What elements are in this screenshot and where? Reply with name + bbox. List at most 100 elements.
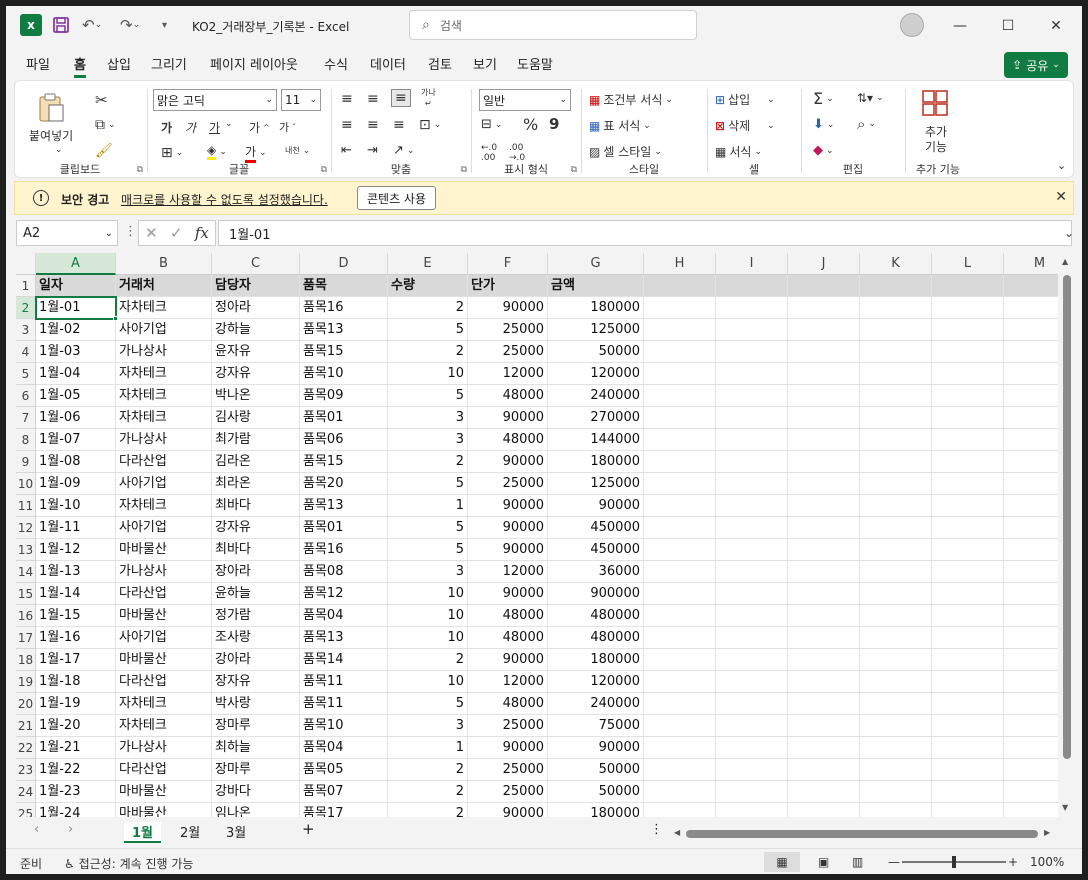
table-cell[interactable]: 1월-05 <box>36 385 116 407</box>
table-cell[interactable] <box>716 627 788 649</box>
table-cell[interactable]: 48000 <box>468 605 548 627</box>
table-cell[interactable] <box>860 803 932 817</box>
zoom-slider[interactable] <box>902 856 1006 868</box>
table-cell[interactable] <box>860 407 932 429</box>
row-header[interactable]: 3 <box>16 319 36 341</box>
table-cell[interactable]: 품목10 <box>300 363 388 385</box>
table-cell[interactable] <box>932 429 1004 451</box>
table-cell[interactable] <box>932 583 1004 605</box>
tab-view[interactable]: 보기 <box>473 54 497 73</box>
table-cell[interactable] <box>860 341 932 363</box>
header-cell[interactable] <box>1004 275 1058 297</box>
table-cell[interactable]: 2 <box>388 341 468 363</box>
table-cell[interactable] <box>932 715 1004 737</box>
table-cell[interactable] <box>1004 583 1058 605</box>
clear-icon[interactable]: ◆ ⌄ <box>813 143 834 158</box>
table-cell[interactable]: 1월-03 <box>36 341 116 363</box>
row-header[interactable]: 24 <box>16 781 36 803</box>
align-middle-icon[interactable]: ≡ <box>367 91 379 107</box>
chevron-down-icon[interactable]: ⌄ <box>225 119 233 129</box>
minimize-button[interactable]: — <box>948 14 972 38</box>
table-cell[interactable]: 마바물산 <box>116 605 212 627</box>
table-cell[interactable] <box>860 363 932 385</box>
table-cell[interactable]: 김라온 <box>212 451 300 473</box>
table-cell[interactable] <box>644 385 716 407</box>
column-header[interactable]: L <box>932 253 1004 275</box>
table-cell[interactable]: 50000 <box>548 759 644 781</box>
row-header[interactable]: 1 <box>16 275 36 297</box>
row-header[interactable]: 25 <box>16 803 36 817</box>
tab-review[interactable]: 검토 <box>428 54 452 73</box>
table-cell[interactable] <box>860 473 932 495</box>
table-cell[interactable]: 48000 <box>468 627 548 649</box>
share-button[interactable]: ⇪ 공유 ⌄ <box>1004 52 1068 78</box>
column-header[interactable]: D <box>300 253 388 275</box>
table-cell[interactable]: 48000 <box>468 385 548 407</box>
table-cell[interactable]: 50000 <box>548 781 644 803</box>
table-cell[interactable] <box>860 693 932 715</box>
row-header[interactable]: 15 <box>16 583 36 605</box>
tab-insert[interactable]: 삽입 <box>107 54 131 73</box>
table-cell[interactable]: 품목20 <box>300 473 388 495</box>
paste-label[interactable]: 붙여넣기 <box>29 127 73 144</box>
table-cell[interactable]: 자차테크 <box>116 407 212 429</box>
table-cell[interactable]: 25000 <box>468 341 548 363</box>
table-cell[interactable] <box>932 759 1004 781</box>
table-cell[interactable] <box>860 737 932 759</box>
formula-input[interactable]: 1월-01 <box>218 220 1072 246</box>
table-cell[interactable] <box>716 473 788 495</box>
table-cell[interactable]: 450000 <box>548 539 644 561</box>
table-cell[interactable]: 박나온 <box>212 385 300 407</box>
currency-icon[interactable]: ⊟ ⌄ <box>481 117 502 132</box>
table-cell[interactable]: 1월-10 <box>36 495 116 517</box>
launcher-icon[interactable]: ⧉ <box>461 165 467 175</box>
table-cell[interactable]: 품목07 <box>300 781 388 803</box>
table-cell[interactable] <box>860 605 932 627</box>
save-icon[interactable] <box>52 15 70 35</box>
row-header[interactable]: 12 <box>16 517 36 539</box>
table-cell[interactable]: 사아기업 <box>116 517 212 539</box>
row-header[interactable]: 8 <box>16 429 36 451</box>
italic-button[interactable]: 가 <box>185 119 196 136</box>
cut-icon[interactable]: ✂ <box>95 91 108 109</box>
table-cell[interactable] <box>644 539 716 561</box>
shrink-font-button[interactable]: 가ˇ <box>279 119 296 135</box>
table-cell[interactable] <box>860 429 932 451</box>
table-cell[interactable]: 품목08 <box>300 561 388 583</box>
table-cell[interactable] <box>860 385 932 407</box>
launcher-icon[interactable]: ⧉ <box>571 165 577 175</box>
table-cell[interactable]: 1월-08 <box>36 451 116 473</box>
row-header[interactable]: 2 <box>16 297 36 319</box>
table-cell[interactable]: 10 <box>388 363 468 385</box>
table-cell[interactable]: 정가람 <box>212 605 300 627</box>
avatar[interactable] <box>900 13 924 37</box>
close-icon[interactable]: ✕ <box>1055 189 1067 205</box>
table-cell[interactable] <box>788 429 860 451</box>
table-cell[interactable]: 1월-24 <box>36 803 116 817</box>
table-cell[interactable] <box>716 693 788 715</box>
page-layout-view-icon[interactable]: ▣ <box>818 855 829 869</box>
delete-cells-button[interactable]: ⊠ 삭제 ⌄ <box>715 117 775 134</box>
table-cell[interactable]: 품목13 <box>300 627 388 649</box>
table-cell[interactable]: 품목17 <box>300 803 388 817</box>
table-cell[interactable]: 90000 <box>468 407 548 429</box>
addins-button[interactable]: 추가 기능 <box>919 125 953 155</box>
maximize-button[interactable]: ☐ <box>996 14 1020 38</box>
table-cell[interactable]: 5 <box>388 473 468 495</box>
number-format-select[interactable]: 일반 ⌄ <box>479 89 571 111</box>
table-cell[interactable] <box>932 297 1004 319</box>
table-cell[interactable]: 품목04 <box>300 737 388 759</box>
table-cell[interactable] <box>644 341 716 363</box>
zoom-in-icon[interactable]: + <box>1008 855 1018 869</box>
table-cell[interactable] <box>644 803 716 817</box>
table-cell[interactable]: 품목16 <box>300 539 388 561</box>
table-cell[interactable]: 장아라 <box>212 561 300 583</box>
table-cell[interactable]: 품목11 <box>300 671 388 693</box>
bold-button[interactable]: 가 <box>161 119 172 136</box>
header-cell[interactable] <box>932 275 1004 297</box>
table-cell[interactable] <box>932 451 1004 473</box>
table-cell[interactable]: 90000 <box>468 737 548 759</box>
table-cell[interactable]: 10 <box>388 605 468 627</box>
table-cell[interactable] <box>932 693 1004 715</box>
table-cell[interactable]: 50000 <box>548 341 644 363</box>
